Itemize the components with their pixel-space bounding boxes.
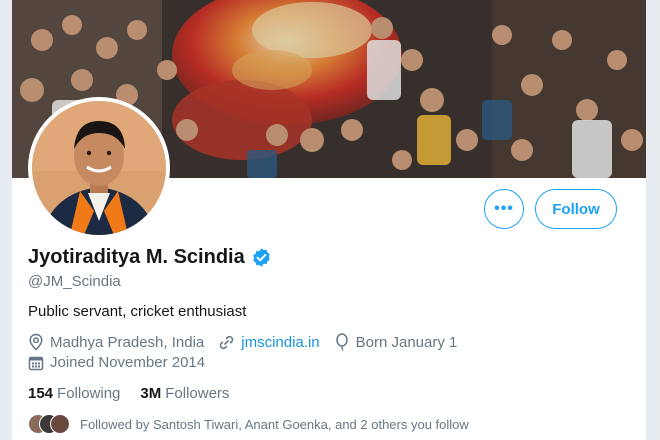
birthday-item: Born January 1 bbox=[334, 333, 458, 351]
location-pin-icon bbox=[29, 333, 43, 351]
link-icon bbox=[220, 335, 234, 349]
website-item[interactable]: jmscindia.in bbox=[218, 334, 320, 351]
following-label: Following bbox=[57, 385, 121, 402]
follower-avatar bbox=[50, 414, 70, 434]
profile-handle: @JM_Scindia bbox=[28, 273, 121, 290]
followed-by-avatars bbox=[28, 414, 72, 434]
profile-name-row: Jyotiraditya M. Scindia bbox=[28, 246, 272, 269]
more-options-icon: ••• bbox=[494, 200, 514, 217]
following-count: 154 bbox=[28, 385, 54, 402]
left-gutter bbox=[0, 0, 12, 440]
joined-item: Joined November 2014 bbox=[28, 354, 205, 371]
more-options-button[interactable]: ••• bbox=[484, 189, 524, 229]
verified-badge-icon bbox=[253, 248, 270, 267]
balloon-icon bbox=[335, 333, 348, 351]
followers-stat[interactable]: 3M Followers bbox=[140, 385, 229, 402]
follow-button-label: Follow bbox=[552, 200, 600, 218]
followers-label: Followers bbox=[165, 385, 230, 402]
profile-panel: ••• Follow Jyotiraditya M. Scindia @JM_S… bbox=[12, 0, 646, 440]
right-gutter bbox=[646, 0, 660, 440]
website-link[interactable]: jmscindia.in bbox=[241, 334, 319, 351]
profile-bio: Public servant, cricket enthusiast bbox=[28, 303, 247, 320]
joined-text: Joined November 2014 bbox=[50, 354, 206, 371]
location-item: Madhya Pradesh, India bbox=[28, 333, 204, 351]
followed-by[interactable]: Followed by Santosh Tiwari, Anant Goenka… bbox=[28, 414, 469, 434]
followed-by-text: Followed by Santosh Tiwari, Anant Goenka… bbox=[80, 416, 469, 432]
display-name: Jyotiraditya M. Scindia bbox=[28, 246, 245, 268]
followers-count: 3M bbox=[140, 385, 162, 402]
location-text: Madhya Pradesh, India bbox=[50, 333, 205, 351]
profile-avatar[interactable] bbox=[28, 97, 170, 239]
follow-button[interactable]: Follow bbox=[535, 189, 617, 229]
birthday-text: Born January 1 bbox=[355, 333, 458, 351]
calendar-icon bbox=[28, 356, 44, 370]
profile-meta: Madhya Pradesh, India jmscindia.in Born … bbox=[28, 333, 471, 351]
profile-stats: 154 Following 3M Followers bbox=[28, 385, 249, 402]
following-stat[interactable]: 154 Following bbox=[28, 385, 120, 402]
